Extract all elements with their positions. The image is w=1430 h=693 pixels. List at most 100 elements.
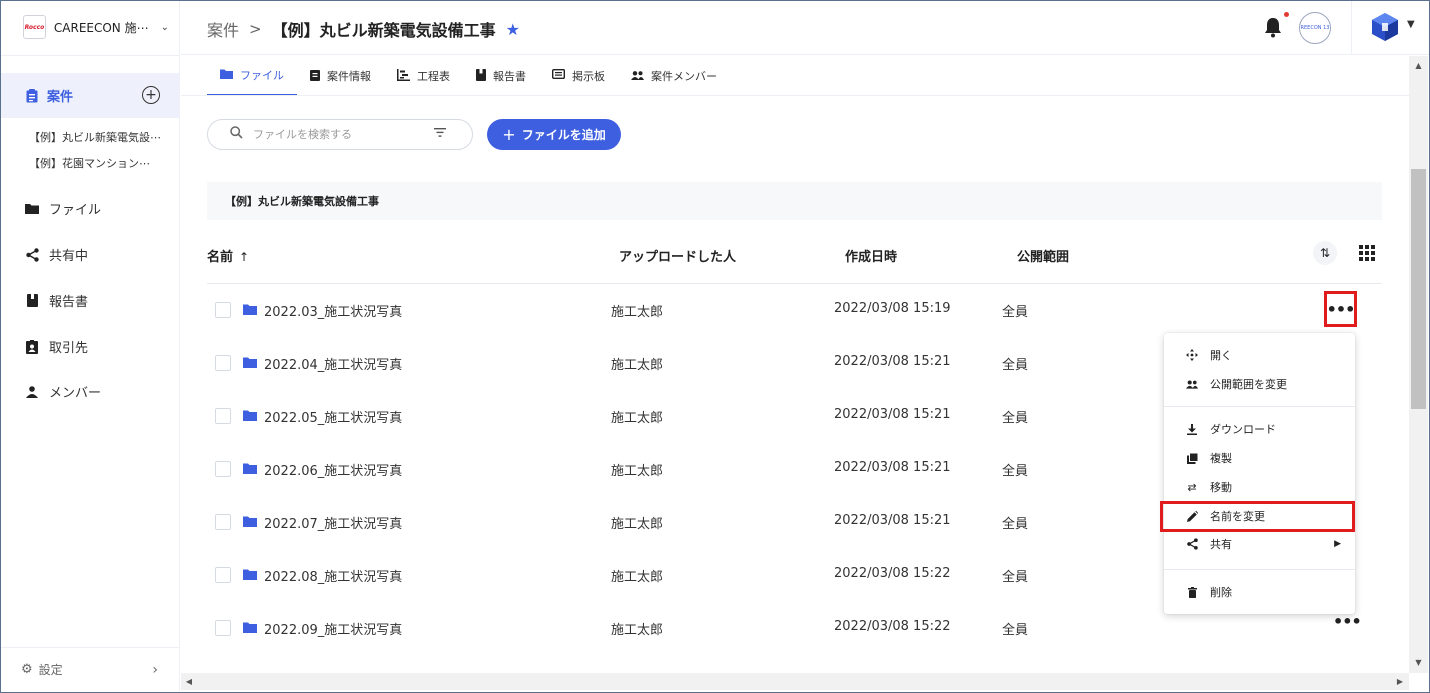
- plus-icon: +: [502, 125, 516, 144]
- sidebar-item-reports[interactable]: 報告書: [25, 291, 88, 310]
- sidebar-item-members[interactable]: メンバー: [25, 382, 101, 401]
- company-name: CAREECON 施⋯: [53, 20, 149, 35]
- file-name[interactable]: 2022.08_施工状況写真: [264, 566, 402, 585]
- tab-bar: ファイル 案件情報 工程表 報告書 掲示板 案件メンバー: [207, 56, 730, 96]
- vertical-scrollbar-thumb[interactable]: [1411, 169, 1426, 409]
- created-date: 2022/03/08 15:21: [834, 513, 951, 528]
- breadcrumb: 案件 > 【例】丸ビル新築電気設備工事 ★: [207, 17, 520, 41]
- scroll-up-icon[interactable]: ▲: [1409, 58, 1428, 74]
- search-box[interactable]: [207, 119, 473, 150]
- sidebar-item-projects[interactable]: 案件 +: [1, 73, 180, 118]
- tab-label: 工程表: [417, 70, 450, 83]
- sidebar-item-label: 案件: [47, 90, 74, 105]
- column-header-uploader[interactable]: アップロードした人: [619, 246, 736, 265]
- organization-avatar[interactable]: REECON 13: [1299, 12, 1331, 44]
- horizontal-scrollbar[interactable]: [181, 673, 1409, 690]
- add-project-icon[interactable]: +: [142, 86, 160, 104]
- row-checkbox[interactable]: [215, 620, 231, 636]
- bell-icon[interactable]: [1263, 16, 1283, 38]
- file-name[interactable]: 2022.06_施工状況写真: [264, 460, 402, 479]
- row-checkbox[interactable]: [215, 408, 231, 424]
- page-title: 【例】丸ビル新築電気設備工事: [271, 21, 496, 40]
- clipboard-icon: [25, 88, 39, 103]
- book-icon: [25, 294, 39, 308]
- sidebar-item-label: 取引先: [49, 341, 89, 356]
- tab-members[interactable]: 案件メンバー: [618, 56, 730, 96]
- book-icon: [476, 68, 486, 84]
- menu-item-label: 共有: [1210, 538, 1232, 551]
- menu-item-change-scope[interactable]: 公開範囲を変更: [1164, 370, 1355, 398]
- row-checkbox[interactable]: [215, 355, 231, 371]
- settings-button[interactable]: ⚙ 設定 ›: [1, 647, 180, 691]
- star-icon[interactable]: ★: [506, 20, 520, 39]
- row-checkbox[interactable]: [215, 514, 231, 530]
- more-options-icon[interactable]: •••: [1333, 614, 1362, 631]
- tab-reports[interactable]: 報告書: [463, 56, 539, 96]
- sidebar-project-item[interactable]: 【例】丸ビル新築電気設⋯: [29, 129, 161, 145]
- search-icon: [230, 126, 243, 143]
- tab-schedule[interactable]: 工程表: [384, 56, 463, 96]
- row-checkbox[interactable]: [215, 567, 231, 583]
- scroll-left-icon[interactable]: ◀: [181, 673, 197, 690]
- filter-icon[interactable]: [434, 128, 446, 137]
- menu-item-label: ダウンロード: [1210, 423, 1276, 436]
- scroll-down-icon[interactable]: ▼: [1409, 655, 1428, 671]
- row-checkbox[interactable]: [215, 461, 231, 477]
- menu-item-move[interactable]: ⇄ 移動: [1164, 473, 1355, 501]
- more-options-icon[interactable]: •••: [1324, 291, 1357, 327]
- menu-item-label: 削除: [1210, 586, 1232, 599]
- scope: 全員: [1002, 517, 1029, 532]
- sort-toggle-icon[interactable]: ⇅: [1313, 241, 1337, 265]
- header: 案件 > 【例】丸ビル新築電気設備工事 ★ REECON 13 ▼: [181, 1, 1429, 55]
- share-icon: [1186, 538, 1198, 550]
- sidebar: Rocco CAREECON 施⋯ ⌄ 案件 + 【例】丸ビル新築電気設⋯ 【例…: [1, 1, 180, 691]
- tab-label: 報告書: [493, 70, 526, 83]
- scope: 全員: [1002, 411, 1029, 426]
- copy-icon: [1186, 452, 1198, 464]
- scroll-right-icon[interactable]: ▶: [1392, 673, 1408, 690]
- menu-item-delete[interactable]: 削除: [1164, 578, 1355, 606]
- chevron-right-icon: ›: [152, 661, 158, 678]
- sidebar-item-files[interactable]: ファイル: [25, 199, 101, 218]
- column-header-scope[interactable]: 公開範囲: [1017, 246, 1069, 265]
- sidebar-item-clients[interactable]: 取引先: [25, 337, 88, 356]
- tab-board[interactable]: 掲示板: [539, 56, 618, 96]
- column-header-name[interactable]: 名前 ↑: [207, 246, 249, 265]
- uploader: 施工太郎: [611, 411, 664, 426]
- user-avatar[interactable]: [1371, 12, 1399, 42]
- tab-project-info[interactable]: 案件情報: [297, 56, 384, 96]
- scope: 全員: [1002, 623, 1029, 638]
- company-switcher[interactable]: Rocco CAREECON 施⋯ ⌄: [23, 11, 169, 43]
- tab-label: 案件情報: [327, 70, 371, 83]
- add-file-button[interactable]: + ファイルを追加: [487, 119, 621, 150]
- grid-view-icon[interactable]: [1357, 243, 1377, 263]
- row-checkbox[interactable]: [215, 302, 231, 318]
- add-file-label: ファイルを追加: [521, 128, 606, 142]
- file-name[interactable]: 2022.09_施工状況写真: [264, 619, 402, 638]
- menu-item-download[interactable]: ダウンロード: [1164, 415, 1355, 443]
- file-name[interactable]: 2022.07_施工状況写真: [264, 513, 402, 532]
- sidebar-project-item[interactable]: 【例】花園マンション⋯: [29, 155, 150, 171]
- tab-files[interactable]: ファイル: [207, 56, 297, 96]
- menu-item-open[interactable]: 開く: [1164, 341, 1355, 369]
- file-name[interactable]: 2022.04_施工状況写真: [264, 354, 402, 373]
- context-menu: 開く 公開範囲を変更 ダウンロード 複製 ⇄ 移動 名前を変更 共有 ▶ 削除: [1164, 333, 1355, 614]
- menu-item-share[interactable]: 共有 ▶: [1164, 530, 1355, 558]
- file-name[interactable]: 2022.05_施工状況写真: [264, 407, 402, 426]
- breadcrumb-root[interactable]: 案件: [207, 17, 239, 41]
- sidebar-item-shared[interactable]: 共有中: [25, 245, 88, 264]
- column-header-created[interactable]: 作成日時: [845, 246, 897, 265]
- submenu-arrow-icon: ▶: [1334, 539, 1341, 549]
- table-row[interactable]: 2022.03_施工状況写真 施工太郎 2022/03/08 15:19 全員: [207, 284, 1382, 337]
- search-input[interactable]: [253, 128, 423, 141]
- folder-icon: [243, 622, 257, 633]
- created-date: 2022/03/08 15:21: [834, 407, 951, 422]
- scope: 全員: [1002, 305, 1029, 320]
- file-name[interactable]: 2022.03_施工状況写真: [264, 301, 402, 320]
- menu-divider: [1164, 406, 1355, 407]
- created-date: 2022/03/08 15:22: [834, 619, 951, 634]
- folder-icon: [243, 410, 257, 421]
- menu-item-duplicate[interactable]: 複製: [1164, 444, 1355, 472]
- person-icon: [25, 385, 39, 399]
- caret-down-icon[interactable]: ▼: [1407, 19, 1415, 30]
